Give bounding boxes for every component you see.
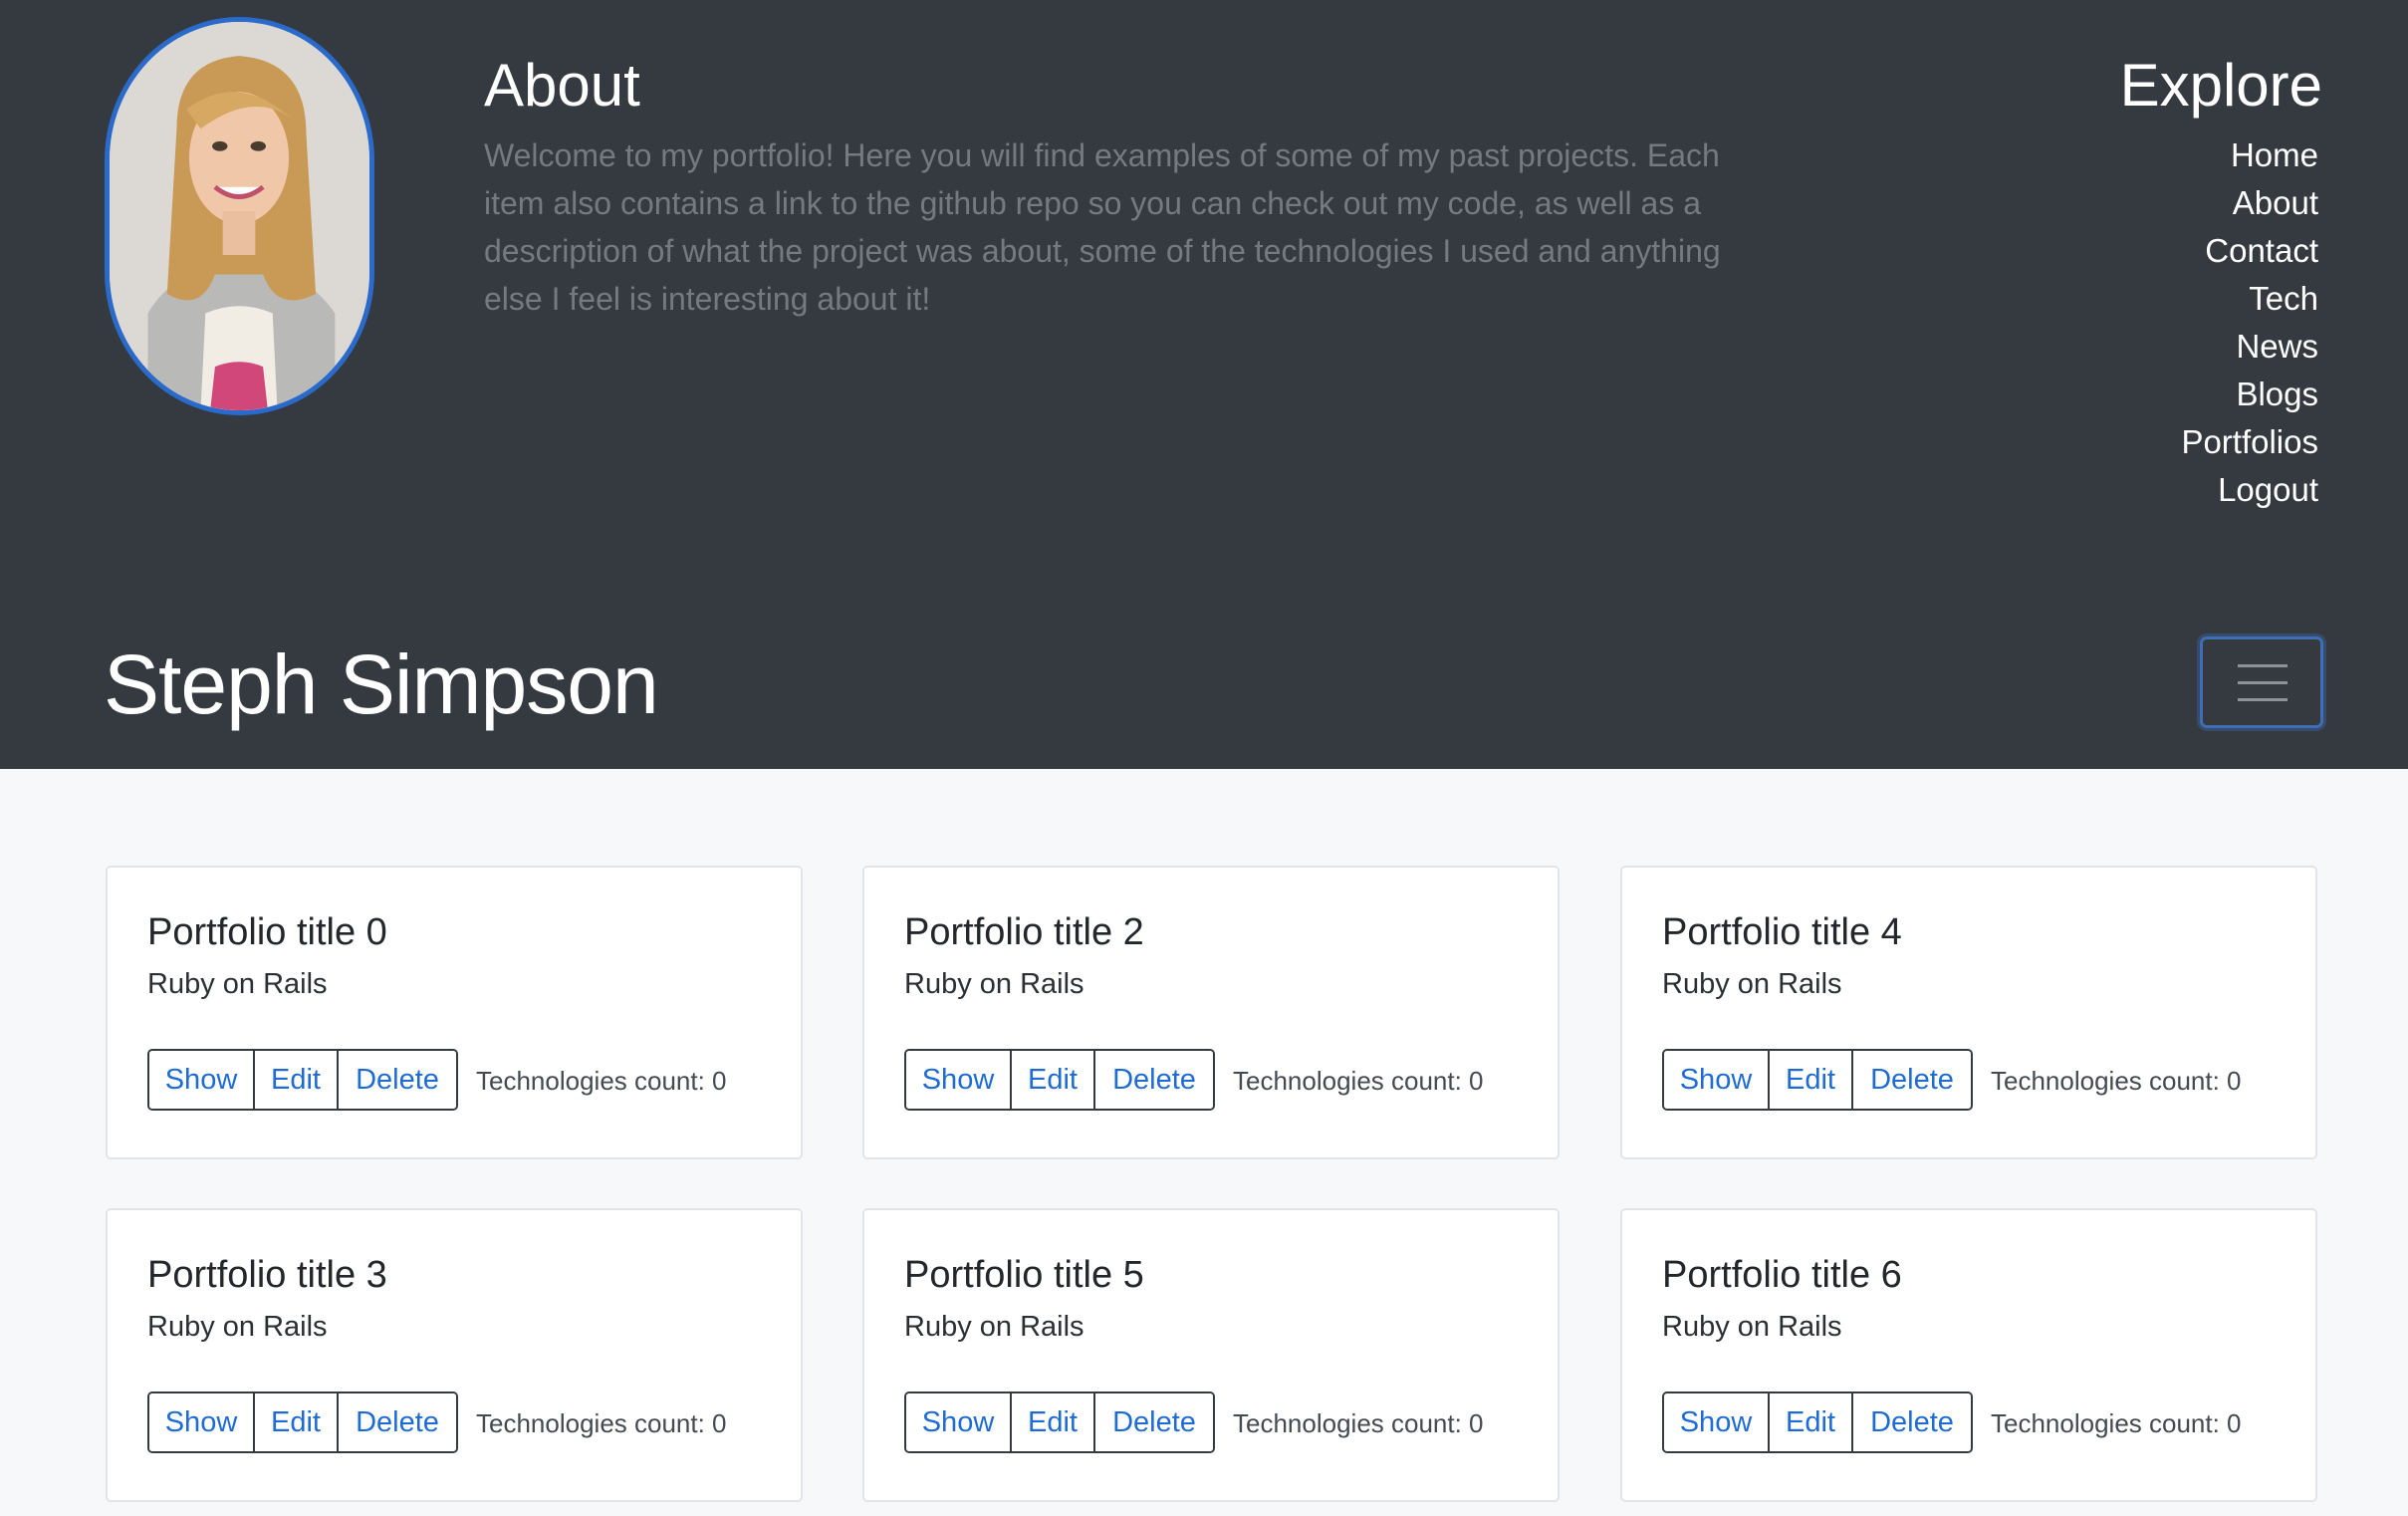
portfolio-card: Portfolio title 4 Ruby on Rails Show Edi… — [1620, 866, 2317, 1159]
about-section: About Welcome to my portfolio! Here you … — [484, 48, 1759, 323]
explore-nav: Home About Contact Tech News Blogs Portf… — [2120, 131, 2318, 514]
portfolio-title[interactable]: Portfolio title 3 — [147, 1250, 387, 1300]
portfolio-card: Portfolio title 2 Ruby on Rails Show Edi… — [862, 866, 1560, 1159]
nav-link-news[interactable]: News — [2236, 328, 2318, 365]
delete-button[interactable]: Delete — [1095, 1393, 1213, 1451]
technologies-count: Technologies count: 0 — [1991, 1066, 2242, 1096]
about-title: About — [484, 52, 640, 119]
delete-button[interactable]: Delete — [1095, 1051, 1213, 1109]
portfolio-actions: Show Edit Delete — [147, 1391, 458, 1453]
hamburger-menu-icon-bar — [2238, 698, 2288, 701]
delete-button[interactable]: Delete — [339, 1051, 456, 1109]
nav-link-blogs[interactable]: Blogs — [2236, 376, 2318, 412]
show-button[interactable]: Show — [1664, 1051, 1770, 1109]
portfolio-title[interactable]: Portfolio title 2 — [904, 907, 1144, 957]
edit-button[interactable]: Edit — [1012, 1051, 1095, 1109]
show-button[interactable]: Show — [1664, 1393, 1770, 1451]
portfolio-subtitle: Ruby on Rails — [904, 1311, 1084, 1343]
portfolio-card: Portfolio title 5 Ruby on Rails Show Edi… — [862, 1208, 1560, 1502]
portfolio-actions: Show Edit Delete — [147, 1049, 458, 1111]
nav-item-blogs: Blogs — [2120, 371, 2318, 418]
edit-button[interactable]: Edit — [1770, 1393, 1853, 1451]
hamburger-menu-icon-bar — [2238, 681, 2288, 684]
nav-link-home[interactable]: Home — [2231, 136, 2318, 173]
explore-title: Explore — [2119, 52, 2322, 119]
nav-item-about: About — [2120, 179, 2318, 227]
edit-button[interactable]: Edit — [1012, 1393, 1095, 1451]
technologies-count: Technologies count: 0 — [476, 1408, 727, 1438]
portfolio-subtitle: Ruby on Rails — [904, 968, 1084, 1000]
technologies-count: Technologies count: 0 — [1233, 1066, 1484, 1096]
nav-item-logout: Logout — [2120, 466, 2318, 514]
profile-photo — [110, 22, 369, 410]
nav-item-contact: Contact — [2120, 227, 2318, 275]
portfolio-actions: Show Edit Delete — [904, 1049, 1215, 1111]
show-button[interactable]: Show — [906, 1393, 1012, 1451]
portfolio-actions: Show Edit Delete — [1662, 1391, 1973, 1453]
nav-item-news: News — [2120, 323, 2318, 371]
portfolio-title[interactable]: Portfolio title 4 — [1662, 907, 1902, 957]
nav-link-tech[interactable]: Tech — [2249, 280, 2318, 317]
portfolio-subtitle: Ruby on Rails — [1662, 968, 1842, 1000]
portfolio-card: Portfolio title 3 Ruby on Rails Show Edi… — [106, 1208, 803, 1502]
nav-link-portfolios[interactable]: Portfolios — [2181, 423, 2318, 460]
nav-item-portfolios: Portfolios — [2120, 418, 2318, 466]
portfolio-title[interactable]: Portfolio title 0 — [147, 907, 387, 957]
edit-button[interactable]: Edit — [255, 1051, 339, 1109]
nav-link-logout[interactable]: Logout — [2218, 471, 2318, 508]
portfolio-subtitle: Ruby on Rails — [147, 1311, 328, 1343]
delete-button[interactable]: Delete — [1853, 1051, 1971, 1109]
navbar-toggler-button[interactable] — [2200, 636, 2323, 728]
portfolio-card: Portfolio title 0 Ruby on Rails Show Edi… — [106, 866, 803, 1159]
nav-item-tech: Tech — [2120, 275, 2318, 323]
show-button[interactable]: Show — [906, 1051, 1012, 1109]
explore-section: Explore Home About Contact Tech News Blo… — [2120, 48, 2322, 514]
show-button[interactable]: Show — [149, 1051, 255, 1109]
about-description: Welcome to my portfolio! Here you will f… — [484, 137, 1721, 317]
portfolio-title[interactable]: Portfolio title 6 — [1662, 1250, 1902, 1300]
technologies-count: Technologies count: 0 — [1991, 1408, 2242, 1438]
portfolio-subtitle: Ruby on Rails — [147, 968, 328, 1000]
delete-button[interactable]: Delete — [339, 1393, 456, 1451]
nav-item-home: Home — [2120, 131, 2318, 179]
portfolio-subtitle: Ruby on Rails — [1662, 1311, 1842, 1343]
brand-name[interactable]: Steph Simpson — [104, 630, 659, 739]
nav-link-contact[interactable]: Contact — [2205, 232, 2318, 269]
edit-button[interactable]: Edit — [1770, 1051, 1853, 1109]
site-header: About Welcome to my portfolio! Here you … — [0, 0, 2408, 769]
hamburger-menu-icon — [2238, 664, 2288, 667]
profile-avatar — [105, 17, 374, 415]
delete-button[interactable]: Delete — [1853, 1393, 1971, 1451]
technologies-count: Technologies count: 0 — [1233, 1408, 1484, 1438]
nav-link-about[interactable]: About — [2233, 184, 2318, 221]
portfolio-actions: Show Edit Delete — [904, 1391, 1215, 1453]
technologies-count: Technologies count: 0 — [476, 1066, 727, 1096]
edit-button[interactable]: Edit — [255, 1393, 339, 1451]
portfolio-actions: Show Edit Delete — [1662, 1049, 1973, 1111]
portfolio-card: Portfolio title 6 Ruby on Rails Show Edi… — [1620, 1208, 2317, 1502]
portfolio-title[interactable]: Portfolio title 5 — [904, 1250, 1144, 1300]
show-button[interactable]: Show — [149, 1393, 255, 1451]
